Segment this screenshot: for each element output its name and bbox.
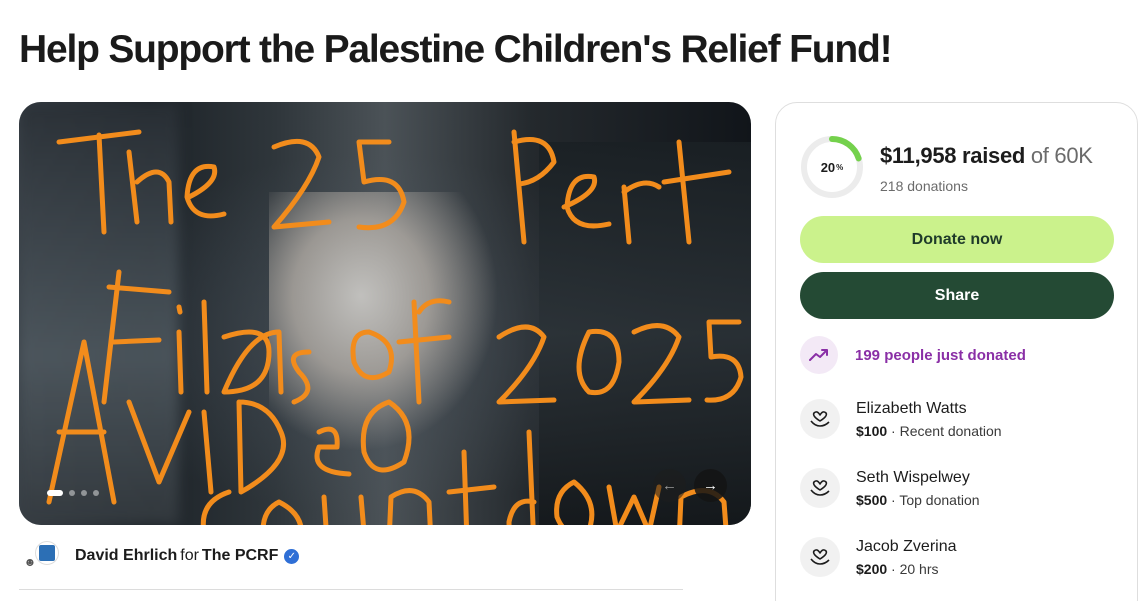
carousel-prev-button[interactable]: ←: [653, 469, 686, 502]
carousel-dot[interactable]: [47, 490, 63, 496]
donor-meta: $500 · Top donation: [856, 491, 980, 508]
raised-amount: $11,958 raised: [880, 143, 1026, 168]
donor-name: Elizabeth Watts: [856, 399, 967, 417]
hero-handwritten-overlay: [46, 129, 744, 525]
share-button[interactable]: Share: [800, 272, 1114, 319]
recent-donations-text[interactable]: 199 people just donated: [855, 347, 1026, 364]
heart-hand-icon: [800, 468, 840, 508]
donations-count: 218 donations: [880, 178, 968, 194]
donor-name: Jacob Zverina: [856, 537, 957, 555]
carousel-dot[interactable]: [93, 490, 99, 496]
heart-hand-icon: [800, 537, 840, 577]
campaign-hero-image[interactable]: ← →: [19, 102, 751, 525]
goal-text: of 60K: [1030, 143, 1093, 168]
heart-hand-icon: [800, 399, 840, 439]
verified-badge-icon: ✓: [284, 549, 300, 564]
donation-sidebar-card: 20% $11,958 raised of 60K 218 donations …: [775, 102, 1138, 601]
organizer-avatar[interactable]: ☻: [19, 539, 61, 573]
organizer-name[interactable]: David Ehrlich: [75, 547, 177, 564]
donor-item: Seth Wispelwey $500 · Top donation: [800, 468, 980, 508]
donate-now-button[interactable]: Donate now: [800, 216, 1114, 263]
progress-percent: 20%: [820, 159, 844, 175]
arrow-right-icon: →: [703, 477, 718, 494]
organizer-row: ☻ David Ehrlich for The PCRF ✓: [19, 539, 300, 573]
donor-item: Jacob Zverina $200 · 20 hrs: [800, 537, 957, 577]
page-title: Help Support the Palestine Children's Re…: [19, 28, 893, 71]
organizer-for-label: for: [180, 547, 199, 564]
trending-up-icon: [800, 336, 838, 374]
donor-name: Seth Wispelwey: [856, 468, 970, 486]
amount-raised: $11,958 raised of 60K: [880, 143, 1093, 169]
pcrf-logo: [35, 541, 59, 565]
organizer-text: David Ehrlich for The PCRF ✓: [75, 547, 300, 565]
donor-meta: $200 · 20 hrs: [856, 560, 939, 577]
carousel-next-button[interactable]: →: [694, 469, 727, 502]
carousel-dot[interactable]: [81, 490, 87, 496]
progress-ring: 20%: [800, 135, 864, 199]
arrow-left-icon: ←: [662, 477, 677, 494]
beneficiary-name[interactable]: The PCRF: [202, 547, 278, 564]
carousel-dots: [47, 490, 99, 496]
donor-meta: $100 · Recent donation: [856, 422, 1002, 439]
recent-activity: 199 people just donated: [800, 336, 1026, 374]
carousel-dot[interactable]: [69, 490, 75, 496]
organizer-divider: [19, 589, 683, 590]
donor-item: Elizabeth Watts $100 · Recent donation: [800, 399, 1002, 439]
